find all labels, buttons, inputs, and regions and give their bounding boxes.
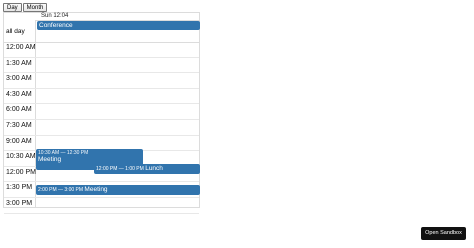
open-sandbox-button[interactable]: Open Sandbox [421, 227, 466, 240]
time-slot-cell[interactable] [35, 198, 199, 213]
time-slot-cell[interactable] [35, 89, 199, 104]
time-slot-row[interactable]: 6:00 AM [4, 104, 199, 120]
event-title: Lunch [145, 165, 163, 172]
time-slot-label: 9:00 AM [6, 137, 32, 145]
time-slot-row[interactable]: 3:00 AM [4, 73, 199, 89]
day-view-button[interactable]: Day [3, 3, 22, 12]
allday-event-conference[interactable]: Conference [37, 21, 200, 30]
time-slot-row[interactable]: 4:30 AM [4, 89, 199, 105]
time-slot-cell[interactable] [35, 58, 199, 73]
time-slot-cell[interactable] [35, 42, 199, 57]
view-toolbar: Day Month [3, 3, 48, 12]
allday-label: all day [6, 28, 25, 35]
event-meeting-2[interactable]: 2:00 PM — 3:00 PM Meeting [36, 185, 200, 195]
time-slot-label: 1:30 AM [6, 59, 32, 67]
event-lunch[interactable]: 12:00 PM — 1:00 PM Lunch [94, 164, 200, 174]
time-slot-row[interactable]: 12:00 AM [4, 42, 199, 58]
time-slot-label: 6:00 AM [6, 106, 32, 114]
event-title: Meeting [84, 186, 108, 193]
event-time: 2:00 PM — 3:00 PM [38, 187, 84, 193]
time-slot-label: 3:00 PM [6, 200, 33, 207]
time-slot-cell[interactable] [35, 73, 199, 88]
month-view-button[interactable]: Month [22, 3, 48, 12]
event-title: Meeting [38, 156, 62, 163]
time-slot-label: 3:00 AM [6, 75, 32, 83]
time-slot-label: 12:00 PM [6, 168, 36, 176]
event-time: 12:00 PM — 1:00 PM [96, 166, 144, 172]
date-header[interactable]: Sun 12:04 [38, 13, 68, 20]
time-slot-row[interactable]: 1:30 AM [4, 58, 199, 74]
time-slot-cell[interactable] [35, 104, 199, 119]
time-slot-label: 1:30 PM [6, 184, 33, 192]
event-time: 10:30 AM — 12:30 PM [38, 150, 89, 156]
time-slot-label: 4:30 AM [6, 90, 32, 98]
time-slot-cell[interactable] [35, 136, 199, 151]
time-slot-label: 12:00 AM [6, 44, 36, 51]
time-slot-row[interactable]: 3:00 PM [4, 198, 199, 214]
time-slot-row[interactable]: 7:30 AM [4, 120, 199, 136]
time-slot-cell[interactable] [35, 120, 199, 135]
calendar-day-view: Sun 12:04 all day Conference 12:00 AM 1:3… [3, 12, 200, 214]
time-slot-label: 7:30 AM [6, 122, 32, 129]
time-slot-label: 10:30 AM [6, 153, 36, 161]
